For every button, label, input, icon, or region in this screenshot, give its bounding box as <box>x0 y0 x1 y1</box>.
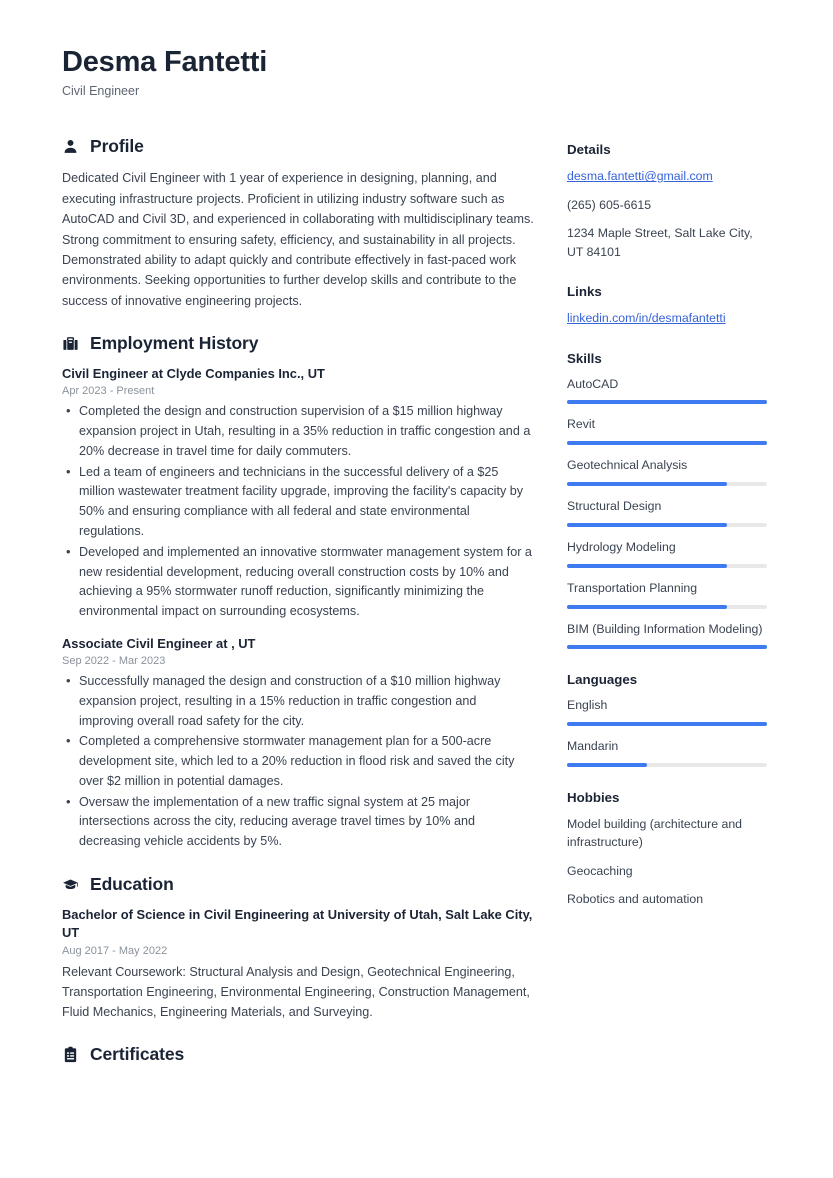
section-employment: Employment History Civil Engineer at Cly… <box>62 333 534 852</box>
skill-level-track <box>567 400 767 405</box>
section-header-certificates: Certificates <box>62 1044 534 1065</box>
education-entry-date: Aug 2017 - May 2022 <box>62 944 168 957</box>
bullet-item: Oversaw the implementation of a new traf… <box>62 792 534 852</box>
employment-entry-title: Civil Engineer at Clyde Companies Inc., … <box>62 366 325 382</box>
skill-level-fill <box>567 563 727 568</box>
section-header-education: Education <box>62 874 534 895</box>
employment-entry-date: Apr 2023 - Present <box>62 385 155 398</box>
skill-level-fill <box>567 482 727 487</box>
language-label: English <box>567 698 608 713</box>
section-education: Education Bachelor of Science in Civil E… <box>62 874 534 1022</box>
skill-level-track <box>567 563 767 568</box>
skill-level-track <box>567 522 767 527</box>
graduation-cap-icon <box>62 876 79 893</box>
resume-header: Desma Fantetti Civil Engineer <box>62 46 771 98</box>
sidebar-title-skills: Skills <box>567 350 602 366</box>
skill-label: Hydrology Modeling <box>567 539 676 554</box>
employment-entry-date: Sep 2022 - Mar 2023 <box>62 655 166 668</box>
skill-item: AutoCAD <box>567 376 767 405</box>
bullet-item: Successfully managed the design and cons… <box>62 671 534 731</box>
sidebar-title-hobbies: Hobbies <box>567 789 620 805</box>
phone-text: (265) 605-6615 <box>567 197 652 212</box>
employment-entry: Associate Civil Engineer at , UT Sep 202… <box>62 635 534 852</box>
employment-entry-bullets: Completed the design and construction su… <box>62 401 534 622</box>
candidate-job-title: Civil Engineer <box>62 84 140 99</box>
bullet-item: Completed a comprehensive stormwater man… <box>62 731 534 791</box>
sidebar-block-links: Links linkedin.com/in/desmafantetti <box>567 284 767 327</box>
section-header-profile: Profile <box>62 136 534 157</box>
linkedin-link[interactable]: linkedin.com/in/desmafantetti <box>567 309 767 327</box>
skill-level-track <box>567 645 767 650</box>
skill-item: Structural Design <box>567 498 767 527</box>
candidate-name: Desma Fantetti <box>62 46 268 78</box>
hobby-item: Model building (architecture and infrast… <box>567 816 742 850</box>
language-level-track <box>567 722 767 727</box>
skill-label: Transportation Planning <box>567 580 698 595</box>
skill-label: Revit <box>567 417 596 432</box>
sidebar-title-links: Links <box>567 284 602 300</box>
bullet-item: Led a team of engineers and technicians … <box>62 462 534 542</box>
skill-item: Geotechnical Analysis <box>567 457 767 487</box>
clipboard-icon <box>62 1046 79 1063</box>
sidebar-block-skills: Skills AutoCAD Revit Geotechnical Analys… <box>567 351 767 650</box>
section-certificates: Certificates <box>62 1044 534 1065</box>
education-entry-title: Bachelor of Science in Civil Engineering… <box>62 907 533 941</box>
education-entry: Bachelor of Science in Civil Engineering… <box>62 906 534 1022</box>
language-item: Mandarin <box>567 738 767 767</box>
skill-label: Structural Design <box>567 499 662 514</box>
skill-level-track <box>567 604 767 609</box>
skill-item: Hydrology Modeling <box>567 539 767 568</box>
briefcase-icon <box>62 335 79 352</box>
skill-item: Transportation Planning <box>567 580 767 609</box>
hobby-item: Geocaching <box>567 863 633 878</box>
section-title-certificates: Certificates <box>90 1044 185 1065</box>
bullet-item: Completed the design and construction su… <box>62 401 534 461</box>
profile-text: Dedicated Civil Engineer with 1 year of … <box>62 171 534 308</box>
language-label: Mandarin <box>567 739 619 754</box>
hobby-item: Robotics and automation <box>567 892 704 907</box>
section-title-employment: Employment History <box>90 333 259 354</box>
language-item: English <box>567 697 767 727</box>
bullet-item: Developed and implemented an innovative … <box>62 542 534 622</box>
skill-label: BIM (Building Information Modeling) <box>567 621 763 636</box>
skill-label: AutoCAD <box>567 376 619 391</box>
sidebar-block-details: Details desma.fantetti@gmail.com (265) 6… <box>567 142 767 261</box>
skill-level-track <box>567 482 767 487</box>
skill-label: Geotechnical Analysis <box>567 458 688 473</box>
skill-level-fill <box>567 645 767 650</box>
sidebar-column: Details desma.fantetti@gmail.com (265) 6… <box>567 136 767 931</box>
education-entry-description: Relevant Coursework: Structural Analysis… <box>62 964 530 1019</box>
skill-level-track <box>567 441 767 446</box>
sidebar-title-details: Details <box>567 142 611 158</box>
main-column: Profile Dedicated Civil Engineer with 1 … <box>62 136 534 1087</box>
address-text: 1234 Maple Street, Salt Lake City, UT 84… <box>567 226 753 259</box>
skill-level-fill <box>567 400 767 405</box>
skill-item: BIM (Building Information Modeling) <box>567 621 767 650</box>
language-level-track <box>567 762 767 767</box>
language-level-fill <box>567 722 767 727</box>
sidebar-title-languages: Languages <box>567 672 638 688</box>
email-link[interactable]: desma.fantetti@gmail.com <box>567 167 767 185</box>
resume-page: Desma Fantetti Civil Engineer Profile De… <box>0 0 833 1178</box>
skill-level-fill <box>567 604 727 609</box>
section-title-profile: Profile <box>90 136 144 157</box>
section-profile: Profile Dedicated Civil Engineer with 1 … <box>62 136 534 311</box>
section-title-education: Education <box>90 874 174 895</box>
sidebar-block-languages: Languages English Mandarin <box>567 672 767 767</box>
skill-level-fill <box>567 441 767 446</box>
language-level-fill <box>567 762 647 767</box>
employment-entry-bullets: Successfully managed the design and cons… <box>62 671 534 852</box>
section-header-employment: Employment History <box>62 333 534 354</box>
employment-entry-title: Associate Civil Engineer at , UT <box>62 635 256 651</box>
skill-level-fill <box>567 522 727 527</box>
employment-entry: Civil Engineer at Clyde Companies Inc., … <box>62 365 534 622</box>
sidebar-block-hobbies: Hobbies Model building (architecture and… <box>567 790 767 909</box>
person-icon <box>62 138 79 155</box>
resume-columns: Profile Dedicated Civil Engineer with 1 … <box>62 136 771 1087</box>
skill-item: Revit <box>567 416 767 446</box>
